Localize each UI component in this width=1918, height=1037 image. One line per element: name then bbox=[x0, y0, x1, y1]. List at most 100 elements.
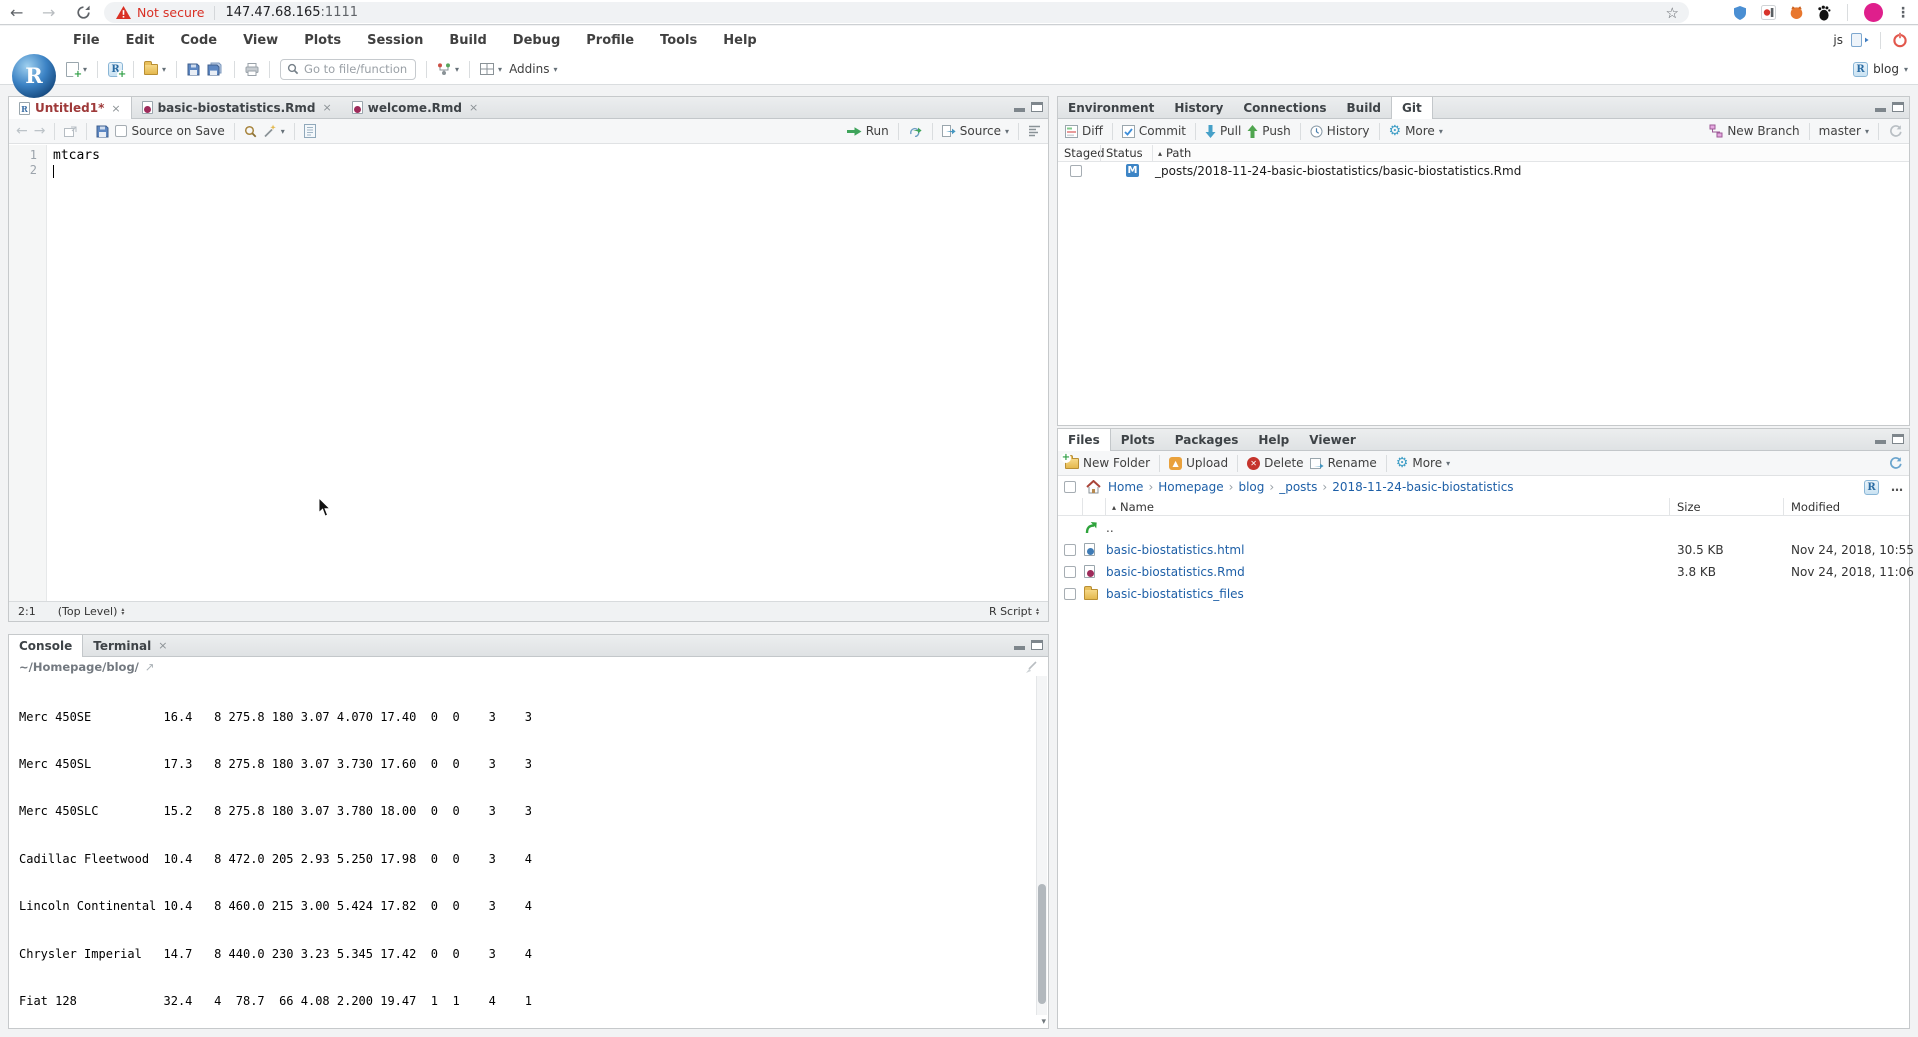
folder-name-link[interactable]: basic-biostatistics_files bbox=[1106, 583, 1244, 605]
sign-out-icon[interactable] bbox=[1851, 33, 1869, 47]
commit-button[interactable]: Commit bbox=[1122, 124, 1186, 138]
tab-build[interactable]: Build bbox=[1337, 97, 1392, 118]
tab-environment[interactable]: Environment bbox=[1058, 97, 1164, 118]
browser-forward-icon[interactable]: → bbox=[42, 0, 55, 25]
home-icon[interactable] bbox=[1086, 480, 1101, 494]
code-tools-caret-icon[interactable]: ▾ bbox=[281, 127, 285, 136]
extension-gnome-foot-icon[interactable] bbox=[1817, 5, 1831, 21]
code-editor[interactable]: 1 2 mtcars bbox=[9, 145, 1048, 601]
extension-shield-icon[interactable] bbox=[1732, 5, 1748, 21]
breadcrumb-homepage[interactable]: Homepage bbox=[1158, 480, 1223, 494]
print-button[interactable] bbox=[245, 63, 259, 76]
breadcrumb-posts[interactable]: _posts bbox=[1279, 480, 1317, 494]
tab-connections[interactable]: Connections bbox=[1233, 97, 1336, 118]
tab-welcome-rmd[interactable]: welcome.Rmd × bbox=[342, 97, 488, 118]
open-directory-icon[interactable]: ↗ bbox=[145, 660, 155, 674]
minimize-pane-icon[interactable] bbox=[1014, 646, 1025, 650]
diff-button[interactable]: Diff bbox=[1065, 124, 1103, 138]
addins-caret-icon[interactable]: ▾ bbox=[554, 65, 558, 74]
parent-directory-row[interactable]: .. bbox=[1058, 517, 1909, 539]
tab-help[interactable]: Help bbox=[1248, 429, 1299, 450]
close-icon[interactable]: × bbox=[469, 101, 478, 114]
url-host[interactable]: 147.47.68.165 bbox=[225, 5, 320, 20]
profile-avatar[interactable] bbox=[1864, 3, 1883, 22]
quit-session-icon[interactable] bbox=[1892, 32, 1908, 48]
maximize-pane-icon[interactable] bbox=[1892, 434, 1904, 444]
more-button[interactable]: ⚙ More ▾ bbox=[1389, 124, 1443, 138]
extension-fox-icon[interactable] bbox=[1789, 5, 1804, 20]
open-file-caret-icon[interactable]: ▾ bbox=[162, 65, 166, 74]
staged-checkbox[interactable] bbox=[1070, 165, 1082, 177]
rename-button[interactable]: Rename bbox=[1310, 456, 1377, 470]
close-icon[interactable]: × bbox=[111, 102, 120, 115]
find-replace-icon[interactable] bbox=[244, 125, 257, 138]
menu-tools[interactable]: Tools bbox=[647, 33, 710, 48]
address-bar[interactable]: Not secure 147.47.68.165 :1111 ☆ bbox=[104, 2, 1689, 23]
compile-report-icon[interactable] bbox=[304, 124, 316, 138]
tab-terminal[interactable]: Terminal × bbox=[83, 635, 177, 656]
document-outline-icon[interactable] bbox=[1028, 125, 1041, 137]
source-caret-icon[interactable]: ▾ bbox=[1005, 127, 1009, 136]
minimize-pane-icon[interactable] bbox=[1875, 440, 1886, 444]
breadcrumb-home[interactable]: Home bbox=[1108, 480, 1143, 494]
scope-selector[interactable]: (Top Level) ▴▾ bbox=[58, 605, 125, 618]
name-column-header[interactable]: ▴ Name bbox=[1112, 500, 1154, 514]
files-more-button[interactable]: ⚙ More ▾ bbox=[1396, 456, 1450, 470]
back-icon[interactable]: ← bbox=[16, 123, 28, 139]
select-all-checkbox[interactable] bbox=[1064, 481, 1076, 493]
git-file-row[interactable]: M _posts/2018-11-24-basic-biostatistics/… bbox=[1058, 162, 1909, 181]
file-checkbox[interactable] bbox=[1064, 588, 1076, 600]
file-checkbox[interactable] bbox=[1064, 544, 1076, 556]
url-port[interactable]: :1111 bbox=[321, 5, 358, 20]
new-file-caret-icon[interactable]: ▾ bbox=[83, 65, 87, 74]
file-checkbox[interactable] bbox=[1064, 566, 1076, 578]
tab-viewer[interactable]: Viewer bbox=[1299, 429, 1365, 450]
run-button[interactable]: Run bbox=[847, 124, 889, 138]
project-folder-icon[interactable]: R bbox=[1864, 480, 1879, 495]
staged-column-header[interactable]: Staged bbox=[1064, 146, 1105, 160]
delete-button[interactable]: ✕ Delete bbox=[1247, 456, 1303, 470]
menu-profile[interactable]: Profile bbox=[573, 33, 647, 48]
menu-view[interactable]: View bbox=[230, 33, 291, 48]
save-button[interactable] bbox=[187, 63, 200, 76]
tab-untitled1[interactable]: R Untitled1* × bbox=[9, 97, 132, 119]
addins-button[interactable]: Addins ▾ bbox=[509, 62, 557, 76]
goto-file-input[interactable] bbox=[304, 62, 409, 76]
tab-packages[interactable]: Packages bbox=[1165, 429, 1249, 450]
git-file-path[interactable]: _posts/2018-11-24-basic-biostatistics/ba… bbox=[1155, 164, 1521, 178]
scrollbar-thumb[interactable] bbox=[1038, 884, 1046, 1004]
file-name-link[interactable]: basic-biostatistics.html bbox=[1106, 539, 1244, 561]
parent-directory-label[interactable]: .. bbox=[1106, 517, 1114, 539]
source-button[interactable]: Source ▾ bbox=[942, 124, 1009, 138]
menu-debug[interactable]: Debug bbox=[500, 33, 573, 48]
forward-icon[interactable]: → bbox=[34, 123, 46, 139]
goto-file-search[interactable] bbox=[280, 59, 416, 80]
menu-file[interactable]: File bbox=[60, 33, 113, 48]
new-branch-button[interactable]: New Branch bbox=[1709, 124, 1799, 138]
tab-history[interactable]: History bbox=[1164, 97, 1233, 118]
branch-selector[interactable]: master ▾ bbox=[1819, 124, 1869, 138]
breadcrumb-post-folder[interactable]: 2018-11-24-basic-biostatistics bbox=[1332, 480, 1513, 494]
file-name-link[interactable]: basic-biostatistics.Rmd bbox=[1106, 561, 1245, 583]
source-on-save-checkbox[interactable]: Source on Save bbox=[115, 124, 224, 138]
minimize-pane-icon[interactable] bbox=[1014, 108, 1025, 112]
file-row-html[interactable]: basic-biostatistics.html 30.5 KB Nov 24,… bbox=[1058, 539, 1909, 561]
maximize-pane-icon[interactable] bbox=[1031, 102, 1043, 112]
upload-button[interactable]: ▲ Upload bbox=[1169, 456, 1228, 470]
save-file-icon[interactable] bbox=[96, 125, 109, 138]
push-button[interactable]: Push bbox=[1247, 124, 1291, 138]
history-button[interactable]: History bbox=[1310, 124, 1370, 138]
scrollbar-down-icon[interactable]: ▾ bbox=[1041, 1017, 1046, 1027]
modified-column-header[interactable]: Modified bbox=[1791, 500, 1840, 514]
new-file-button[interactable]: + ▾ bbox=[66, 62, 87, 77]
more-caret-icon[interactable]: ▾ bbox=[1439, 127, 1443, 136]
workspace-panes-button[interactable]: ▾ bbox=[480, 63, 502, 75]
save-all-button[interactable] bbox=[207, 62, 224, 76]
status-column-header[interactable]: Status bbox=[1106, 146, 1143, 160]
project-name-label[interactable]: blog bbox=[1873, 62, 1899, 76]
size-column-header[interactable]: Size bbox=[1677, 500, 1701, 514]
files-more-caret-icon[interactable]: ▾ bbox=[1446, 459, 1450, 468]
pull-button[interactable]: Pull bbox=[1205, 124, 1241, 138]
tab-plots[interactable]: Plots bbox=[1111, 429, 1165, 450]
refresh-icon[interactable] bbox=[1888, 124, 1902, 138]
